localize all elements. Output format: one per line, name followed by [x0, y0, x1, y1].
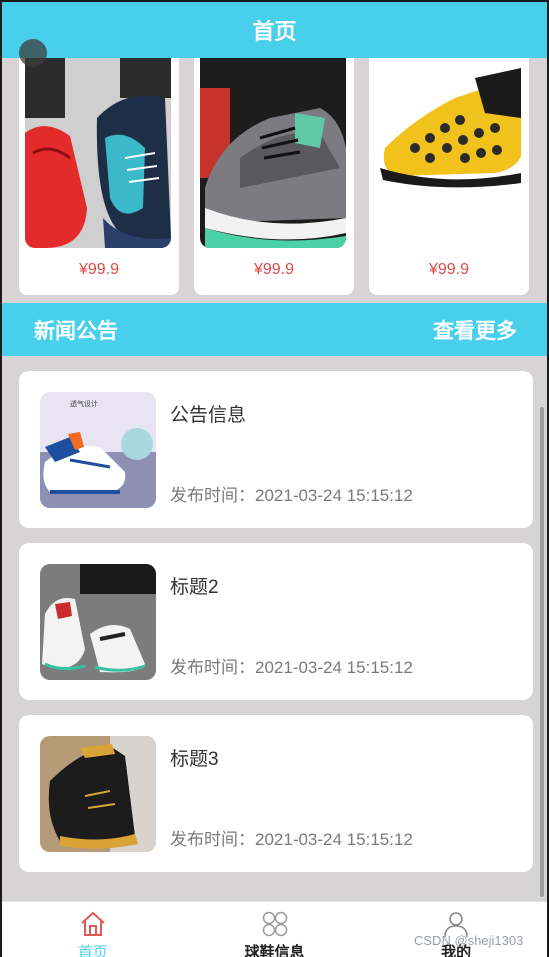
product-price: ¥99.9 — [78, 261, 120, 278]
news-section-title: 新闻公告 — [34, 319, 118, 343]
product-card[interactable]: ¥99.9 — [369, 58, 529, 295]
news-item[interactable]: 标题2 发布时间：2021-03-24 15:15:12 — [19, 543, 533, 700]
watermark: CSDN @sheji1303 — [414, 933, 524, 948]
tab-profile[interactable]: 我的 — [365, 902, 547, 957]
tab-bar: 首页 球鞋信息 我的 — [2, 901, 547, 957]
product-price: ¥99.9 — [428, 261, 470, 278]
product-row: ¥99.9 ¥99.9 ¥99.9 — [19, 58, 529, 298]
news-thumbnail — [40, 736, 156, 852]
news-time: 发布时间：2021-03-24 15:15:12 — [170, 486, 413, 505]
tab-shoe-info[interactable]: 球鞋信息 — [184, 902, 366, 957]
news-section-header: 新闻公告 查看更多 — [2, 303, 547, 356]
news-item[interactable]: 标题3 发布时间：2021-03-24 15:15:12 — [19, 715, 533, 872]
product-card[interactable]: ¥99.9 — [19, 58, 179, 295]
app-frame: 首页 ¥99.9 ¥99.9 ¥99.9 新闻公告 查看更多 透气设计 公告信息… — [0, 0, 549, 957]
news-time: 发布时间：2021-03-24 15:15:12 — [170, 658, 413, 677]
product-image — [200, 58, 346, 248]
page-title: 首页 — [252, 19, 297, 44]
product-image — [25, 58, 171, 248]
home-icon — [79, 910, 107, 943]
news-item[interactable]: 透气设计 公告信息 发布时间：2021-03-24 15:15:12 — [19, 371, 533, 528]
news-thumbnail — [40, 564, 156, 680]
floating-button[interactable] — [19, 39, 47, 67]
scrollbar[interactable] — [540, 407, 544, 897]
grid-icon — [261, 910, 289, 943]
tab-home[interactable]: 首页 — [2, 902, 184, 957]
tab-label: 首页 — [77, 944, 108, 957]
news-title: 标题2 — [170, 577, 219, 598]
news-list: 透气设计 公告信息 发布时间：2021-03-24 15:15:12 标题2 发… — [19, 371, 533, 887]
product-card[interactable]: ¥99.9 — [194, 58, 354, 295]
view-more-link[interactable]: 查看更多 — [433, 315, 517, 345]
page-header: 首页 — [2, 2, 547, 58]
news-title: 标题3 — [170, 749, 219, 770]
product-image — [375, 58, 521, 248]
product-price: ¥99.9 — [253, 261, 295, 278]
tab-label: 球鞋信息 — [244, 944, 305, 957]
news-title: 公告信息 — [170, 405, 247, 426]
news-time: 发布时间：2021-03-24 15:15:12 — [170, 830, 413, 849]
news-thumbnail: 透气设计 — [40, 392, 156, 508]
svg-text:透气设计: 透气设计 — [70, 399, 98, 408]
